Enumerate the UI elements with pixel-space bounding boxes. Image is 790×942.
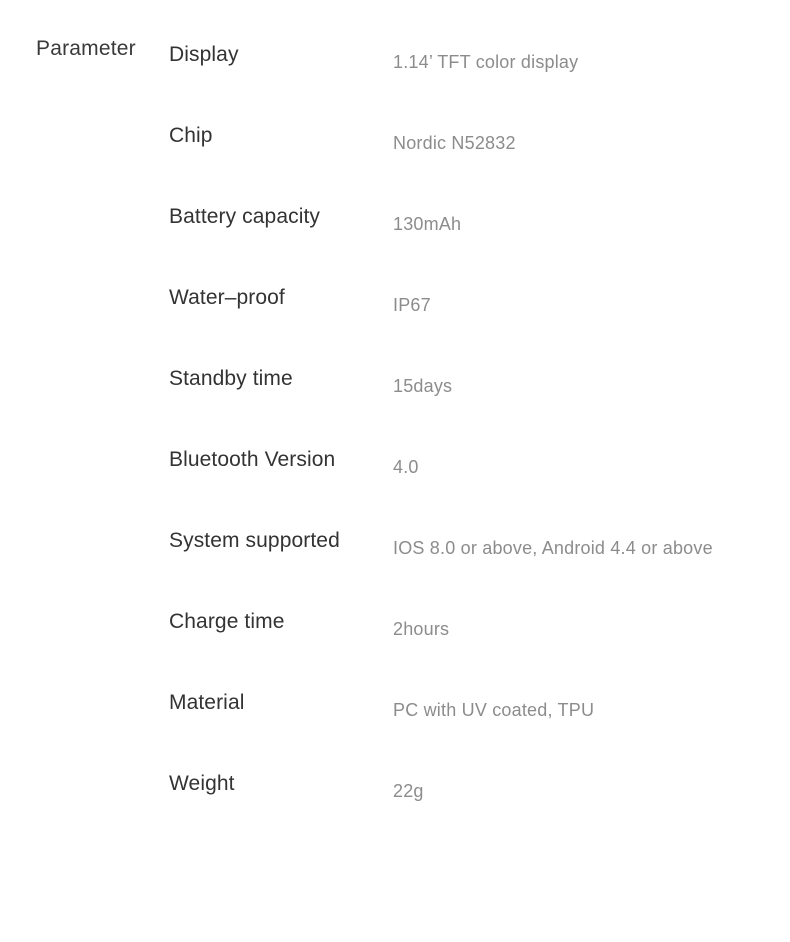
table-row: Weight 22g bbox=[169, 770, 769, 851]
spec-label: Chip bbox=[169, 124, 213, 147]
table-row: System supported IOS 8.0 or above, Andro… bbox=[169, 527, 769, 608]
table-row: Charge time 2hours bbox=[169, 608, 769, 689]
spec-label: Charge time bbox=[169, 610, 285, 633]
spec-label: System supported bbox=[169, 529, 340, 552]
spec-value: 22g bbox=[393, 781, 424, 801]
table-row: Water–proof IP67 bbox=[169, 284, 769, 365]
table-row: Display 1.14’ TFT color display bbox=[169, 41, 769, 122]
spec-value: IP67 bbox=[393, 295, 431, 315]
spec-value: Nordic N52832 bbox=[393, 133, 516, 153]
spec-value: 130mAh bbox=[393, 214, 462, 234]
table-row: Bluetooth Version 4.0 bbox=[169, 446, 769, 527]
table-row: Material PC with UV coated, TPU bbox=[169, 689, 769, 770]
section-caption: Parameter bbox=[36, 37, 136, 60]
spec-value: IOS 8.0 or above, Android 4.4 or above bbox=[393, 538, 713, 558]
spec-label: Material bbox=[169, 691, 245, 714]
spec-label: Standby time bbox=[169, 367, 293, 390]
spec-label: Display bbox=[169, 43, 239, 66]
spec-label: Bluetooth Version bbox=[169, 448, 336, 471]
spec-value: 15days bbox=[393, 376, 453, 396]
spec-label: Water–proof bbox=[169, 286, 285, 309]
spec-value: PC with UV coated, TPU bbox=[393, 700, 595, 720]
parameter-spec-sheet: Parameter Display 1.14’ TFT color displa… bbox=[0, 0, 790, 942]
table-row: Chip Nordic N52832 bbox=[169, 122, 769, 203]
spec-label: Battery capacity bbox=[169, 205, 320, 228]
table-row: Standby time 15days bbox=[169, 365, 769, 446]
spec-value: 2hours bbox=[393, 619, 450, 639]
spec-label: Weight bbox=[169, 772, 235, 795]
spec-value: 1.14’ TFT color display bbox=[393, 52, 579, 72]
table-row: Battery capacity 130mAh bbox=[169, 203, 769, 284]
spec-value: 4.0 bbox=[393, 457, 419, 477]
spec-table: Display 1.14’ TFT color display Chip Nor… bbox=[169, 41, 769, 851]
